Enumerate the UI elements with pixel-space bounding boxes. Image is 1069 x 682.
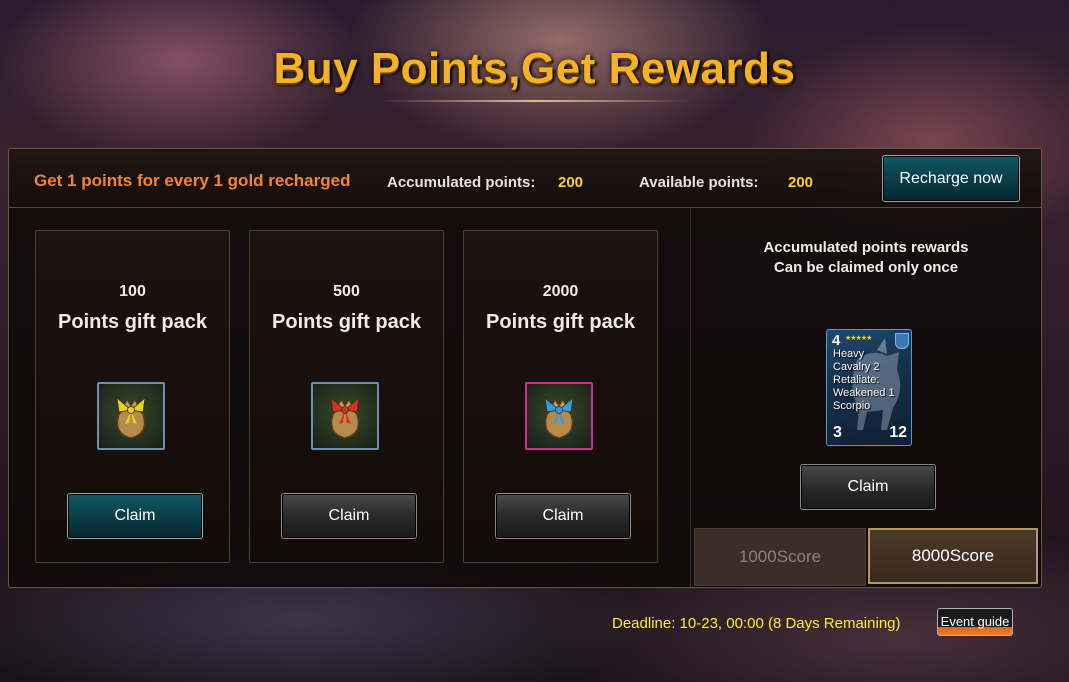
tab-1000-score[interactable]: 1000Score bbox=[694, 528, 866, 586]
deadline-text: Deadline: 10-23, 00:00 (8 Days Remaining… bbox=[612, 615, 901, 632]
reward-hero-card[interactable]: 4 ★★★★★ Heavy Cavalry 2 Retaliate: Weake… bbox=[826, 329, 912, 446]
page-title: Buy Points,Get Rewards bbox=[273, 44, 796, 93]
claim-button[interactable]: Claim bbox=[281, 493, 417, 539]
gift-bag-icon bbox=[525, 382, 593, 450]
gift-bag-icon bbox=[311, 382, 379, 450]
recharge-now-button[interactable]: Recharge now bbox=[882, 155, 1020, 202]
pack-amount: 500 bbox=[333, 283, 360, 300]
card-desc-line: Heavy bbox=[833, 348, 865, 360]
star-rating-icon: ★★★★★ bbox=[845, 335, 872, 342]
pack-amount: 100 bbox=[119, 283, 146, 300]
pack-name: Points gift pack bbox=[272, 311, 421, 333]
pack-name: Points gift pack bbox=[58, 311, 207, 333]
gift-pack-card-100: 100 Points gift pack Claim bbox=[35, 230, 230, 563]
gift-pack-card-2000: 2000 Points gift pack Claim bbox=[463, 230, 658, 563]
card-desc-line: Retaliate: bbox=[833, 374, 880, 386]
rewards-title: Accumulated points rewards bbox=[763, 239, 969, 256]
event-guide-button[interactable]: Event guide bbox=[937, 608, 1013, 636]
gift-bag-icon bbox=[97, 382, 165, 450]
accumulated-rewards-section: Accumulated points rewards Can be claime… bbox=[690, 208, 1041, 587]
pack-name: Points gift pack bbox=[486, 311, 635, 333]
points-rule-text: Get 1 points for every 1 gold recharged bbox=[34, 171, 351, 190]
rewards-subtitle: Can be claimed only once bbox=[773, 259, 959, 276]
faction-shield-icon bbox=[895, 333, 909, 349]
claim-button[interactable]: Claim bbox=[67, 493, 203, 539]
available-points-label: Available points: bbox=[639, 174, 759, 191]
card-desc-line: Cavalry 2 bbox=[833, 361, 880, 373]
card-cost: 4 bbox=[832, 332, 841, 349]
card-description: Heavy Cavalry 2 Retaliate: Weakened 1 Sc… bbox=[833, 348, 909, 413]
card-desc-line: Weakened 1 bbox=[833, 387, 895, 399]
reward-claim-button[interactable]: Claim bbox=[800, 464, 936, 510]
event-panel: Get 1 points for every 1 gold recharged … bbox=[8, 148, 1042, 588]
panel-header: Get 1 points for every 1 gold recharged … bbox=[9, 149, 1041, 208]
pack-amount: 2000 bbox=[542, 283, 579, 300]
accumulated-points-label: Accumulated points: bbox=[387, 174, 536, 191]
accumulated-points-value: 200 bbox=[558, 174, 584, 191]
title-divider bbox=[380, 100, 690, 102]
card-attack: 3 bbox=[833, 424, 842, 441]
tab-8000-score[interactable]: 8000Score bbox=[868, 528, 1038, 584]
available-points-value: 200 bbox=[788, 174, 814, 191]
card-desc-line: Scorpio bbox=[833, 400, 871, 412]
claim-button[interactable]: Claim bbox=[495, 493, 631, 539]
card-health: 12 bbox=[889, 424, 907, 441]
event-screen: Buy Points,Get Rewards Get 1 points for … bbox=[0, 0, 1069, 682]
gift-pack-card-500: 500 Points gift pack Claim bbox=[249, 230, 444, 563]
